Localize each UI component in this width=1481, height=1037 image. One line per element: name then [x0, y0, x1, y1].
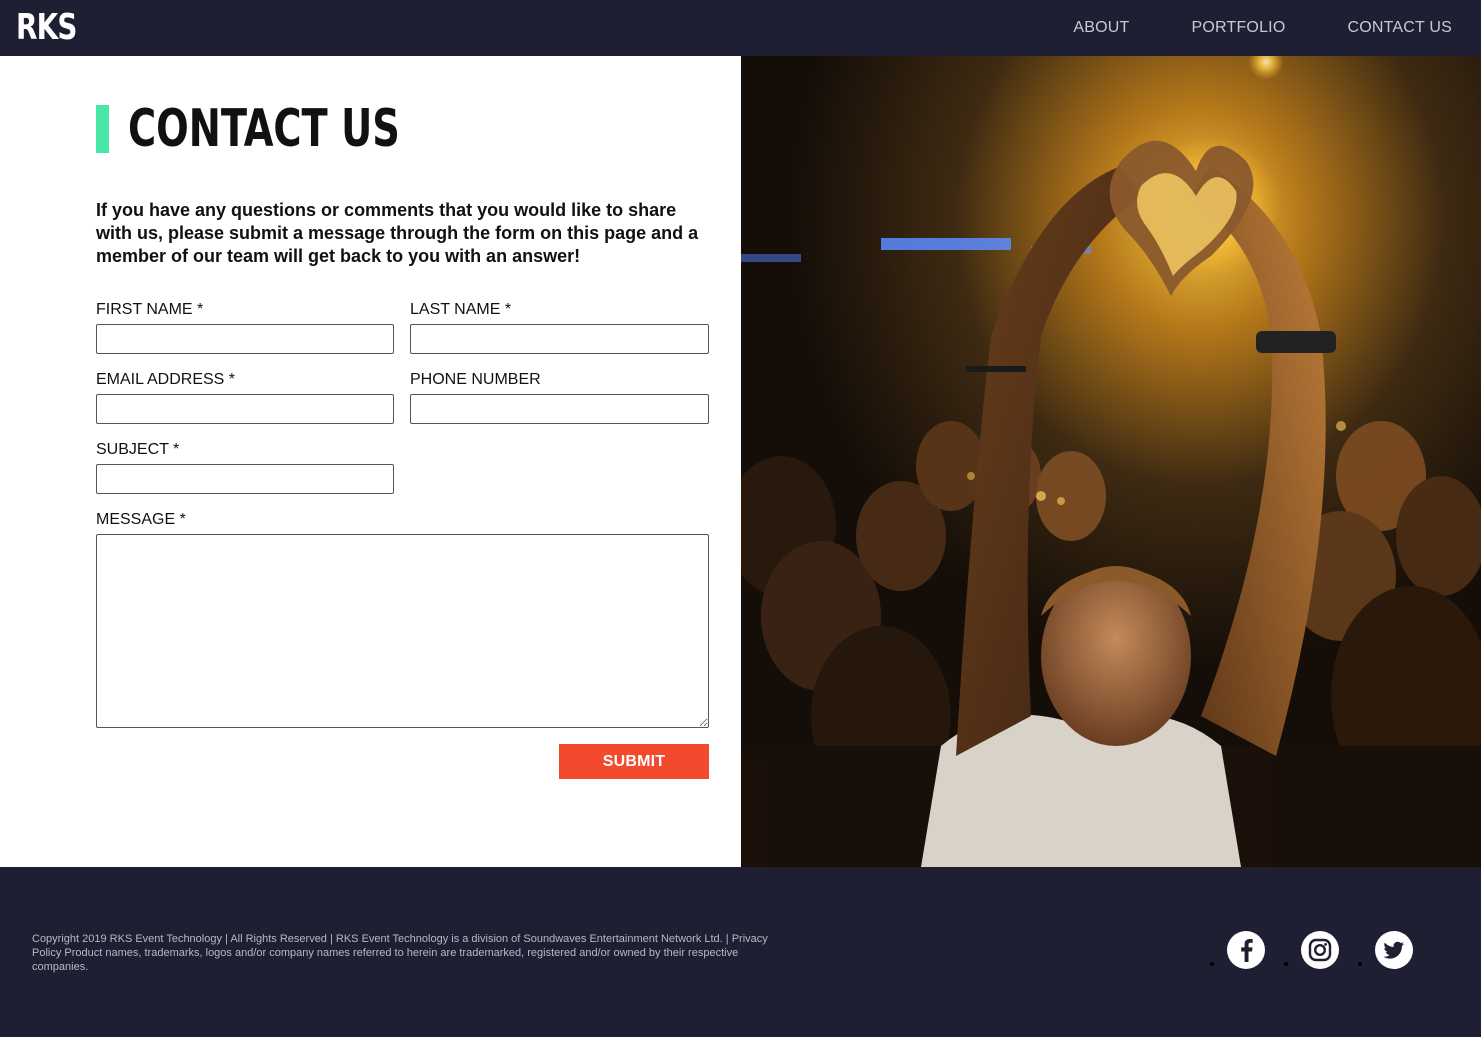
nav-portfolio[interactable]: PORTFOLIO [1192, 19, 1286, 37]
phone-label: PHONE NUMBER [410, 371, 541, 388]
message-label: MESSAGE * [96, 511, 186, 528]
title-accent-bar [96, 105, 109, 153]
divider-dot [1210, 962, 1214, 966]
first-name-label: FIRST NAME * [96, 301, 204, 318]
nav-about[interactable]: ABOUT [1073, 19, 1129, 37]
first-name-field[interactable] [96, 324, 394, 354]
last-name-field[interactable] [410, 324, 709, 354]
copyright-text: Copyright 2019 RKS Event Technology | Al… [32, 933, 768, 973]
subject-label: SUBJECT * [96, 441, 180, 458]
last-name-label: LAST NAME * [410, 301, 512, 318]
concert-crowd-heart-hands-photo [741, 56, 1481, 867]
email-label: EMAIL ADDRESS * [96, 371, 236, 388]
footer: Copyright 2019 RKS Event Technology | Al… [0, 867, 1481, 1037]
phone-field[interactable] [410, 394, 709, 424]
intro-text: If you have any questions or comments th… [96, 200, 699, 266]
facebook-icon[interactable] [1227, 931, 1265, 969]
hero-photo [741, 56, 1481, 867]
twitter-icon[interactable] [1375, 931, 1413, 969]
main-nav: ABOUT PORTFOLIO CONTACT US [1011, 0, 1452, 56]
logo[interactable]: RKS [16, 7, 77, 49]
contact-form-panel: CONTACT US If you have any questions or … [0, 56, 741, 867]
message-field[interactable] [96, 534, 709, 728]
submit-button[interactable]: SUBMIT [559, 744, 709, 779]
subject-field[interactable] [96, 464, 394, 494]
divider-dot [1284, 962, 1288, 966]
nav-contact-us[interactable]: CONTACT US [1347, 19, 1452, 37]
instagram-icon[interactable] [1301, 931, 1339, 969]
page-title: CONTACT US [128, 99, 400, 159]
top-navigation-bar: RKS ABOUT PORTFOLIO CONTACT US [0, 0, 1481, 56]
divider-dot [1358, 962, 1362, 966]
email-field[interactable] [96, 394, 394, 424]
